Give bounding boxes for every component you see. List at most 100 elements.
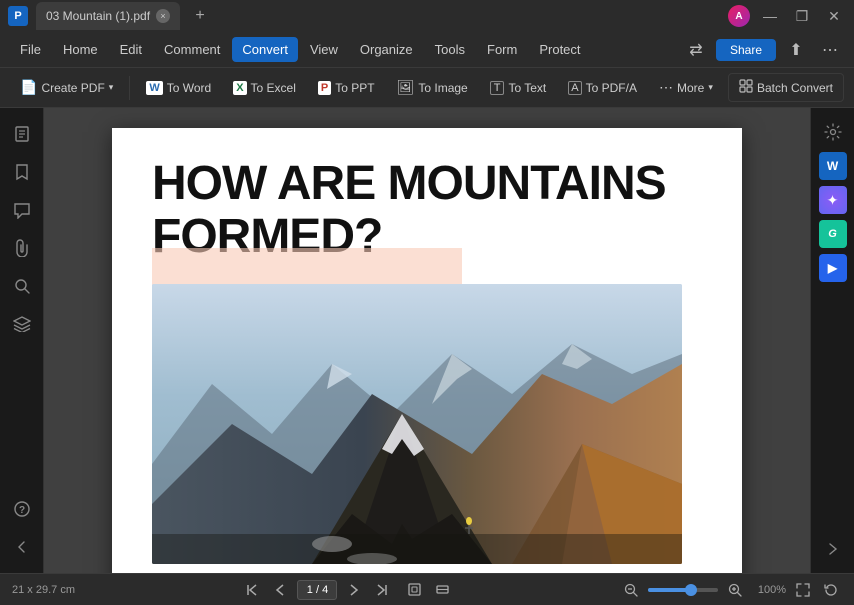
to-image-label: To Image [418, 81, 467, 95]
right-sidebar: W ✦ G ▶ [810, 108, 854, 573]
menu-protect[interactable]: Protect [529, 37, 590, 62]
right-settings-icon[interactable] [819, 118, 847, 146]
menu-edit[interactable]: Edit [110, 37, 152, 62]
sidebar-attachment-icon[interactable] [6, 232, 38, 264]
to-text-label: To Text [508, 81, 546, 95]
statusbar-center: 1 / 4 [83, 579, 612, 601]
sidebar-collapse-icon[interactable] [6, 531, 38, 563]
to-text-button[interactable]: T To Text [480, 76, 557, 100]
menu-home[interactable]: Home [53, 37, 108, 62]
to-word-label: To Word [167, 81, 211, 95]
to-ppt-button[interactable]: P To PPT [308, 76, 385, 100]
sidebar-bookmark-icon[interactable] [6, 156, 38, 188]
statusbar: 21 x 29.7 cm 1 / 4 [0, 573, 854, 605]
document-area: HOW ARE MOUNTAINS FORMED? [44, 108, 810, 573]
close-tab-button[interactable]: × [156, 9, 170, 23]
create-pdf-button[interactable]: 📄 Create PDF ▾ [10, 74, 123, 101]
to-pdfa-button[interactable]: A To PDF/A [558, 76, 647, 100]
close-button[interactable]: ✕ [822, 4, 846, 28]
zoom-percent: 100% [752, 584, 786, 596]
mountain-svg [152, 284, 682, 564]
right-gemini-icon[interactable]: ✦ [819, 186, 847, 214]
to-word-button[interactable]: W To Word [136, 76, 221, 100]
batch-convert-label: Batch Convert [757, 81, 833, 95]
menu-convert[interactable]: Convert [232, 37, 298, 62]
icon-btn-1[interactable]: ⇄ [682, 36, 710, 64]
main-content: ? HOW ARE MOUNTAINS FORMED? [0, 108, 854, 573]
page-indicator: 1 / 4 [297, 580, 337, 600]
sidebar-layers-icon[interactable] [6, 308, 38, 340]
create-pdf-label: Create PDF [41, 81, 104, 95]
more-button[interactable]: ⋯ More ▾ [649, 74, 723, 101]
fit-width-button[interactable] [431, 579, 453, 601]
create-pdf-icon: 📄 [20, 79, 37, 96]
zoom-area: 100% [620, 579, 842, 601]
menu-form[interactable]: Form [477, 37, 527, 62]
tab-label: 03 Mountain (1).pdf [46, 9, 150, 23]
restore-button[interactable]: ❐ [790, 4, 814, 28]
zoom-slider-fill [648, 588, 687, 592]
zoom-out-button[interactable] [620, 579, 642, 601]
to-image-button[interactable]: 🖼 To Image [387, 74, 478, 101]
menu-comment[interactable]: Comment [154, 37, 230, 62]
right-collapse-icon[interactable] [819, 535, 847, 563]
ppt-icon: P [318, 81, 331, 95]
minimize-button[interactable]: — [758, 4, 782, 28]
create-pdf-arrow: ▾ [109, 82, 114, 93]
document-page: HOW ARE MOUNTAINS FORMED? [112, 128, 742, 573]
page-size-label: 21 x 29.7 cm [12, 584, 75, 596]
fit-page-button[interactable] [403, 579, 425, 601]
more-icon2: ⋯ [659, 79, 673, 96]
zoom-in-button[interactable] [724, 579, 746, 601]
batch-convert-button[interactable]: Batch Convert [728, 73, 844, 102]
avatar: A [728, 5, 750, 27]
app-logo: P [8, 6, 28, 26]
divider-1 [129, 76, 130, 100]
menu-file[interactable]: File [10, 37, 51, 62]
document-tab[interactable]: 03 Mountain (1).pdf × [36, 2, 180, 30]
page-current: 1 / 4 [307, 584, 328, 596]
prev-page-button[interactable] [269, 579, 291, 601]
text-icon: T [490, 81, 505, 95]
titlebar: P 03 Mountain (1).pdf × + A — ❐ ✕ [0, 0, 854, 32]
right-grammarly-icon[interactable]: G [819, 220, 847, 248]
batch-icon [739, 79, 753, 96]
last-page-button[interactable] [371, 579, 393, 601]
left-sidebar: ? [0, 108, 44, 573]
menubar: File Home Edit Comment Convert View Orga… [0, 32, 854, 68]
menubar-right: ⇄ Share ⬆ ⋯ [682, 36, 844, 64]
svg-text:?: ? [18, 505, 24, 516]
more-arrow: ▾ [708, 82, 713, 93]
new-tab-button[interactable]: + [188, 4, 212, 28]
menu-view[interactable]: View [300, 37, 348, 62]
toolbar: 📄 Create PDF ▾ W To Word X To Excel P To… [0, 68, 854, 108]
image-icon: 🖼 [397, 79, 415, 96]
sidebar-page-icon[interactable] [6, 118, 38, 150]
more-icon[interactable]: ⋯ [816, 36, 844, 64]
menu-organize[interactable]: Organize [350, 37, 423, 62]
excel-icon: X [233, 81, 246, 95]
zoom-slider[interactable] [648, 588, 718, 592]
word-icon: W [146, 81, 162, 95]
fit-screen-button[interactable] [792, 579, 814, 601]
sidebar-help-icon[interactable]: ? [6, 493, 38, 525]
right-arrow-icon[interactable]: ▶ [819, 254, 847, 282]
titlebar-right: A — ❐ ✕ [728, 4, 846, 28]
more-label: More [677, 81, 704, 95]
menu-tools[interactable]: Tools [425, 37, 475, 62]
to-ppt-label: To PPT [335, 81, 374, 95]
to-excel-button[interactable]: X To Excel [223, 76, 306, 100]
to-excel-label: To Excel [251, 81, 296, 95]
first-page-button[interactable] [241, 579, 263, 601]
share-button[interactable]: Share [716, 39, 776, 61]
pdfa-icon: A [568, 81, 581, 95]
refresh-button[interactable] [820, 579, 842, 601]
to-pdfa-label: To PDF/A [586, 81, 637, 95]
right-word-icon[interactable]: W [819, 152, 847, 180]
mountain-image [152, 284, 682, 564]
sidebar-comment-icon[interactable] [6, 194, 38, 226]
sidebar-search-icon[interactable] [6, 270, 38, 302]
zoom-slider-thumb [685, 584, 697, 596]
upload-icon[interactable]: ⬆ [782, 36, 810, 64]
next-page-button[interactable] [343, 579, 365, 601]
